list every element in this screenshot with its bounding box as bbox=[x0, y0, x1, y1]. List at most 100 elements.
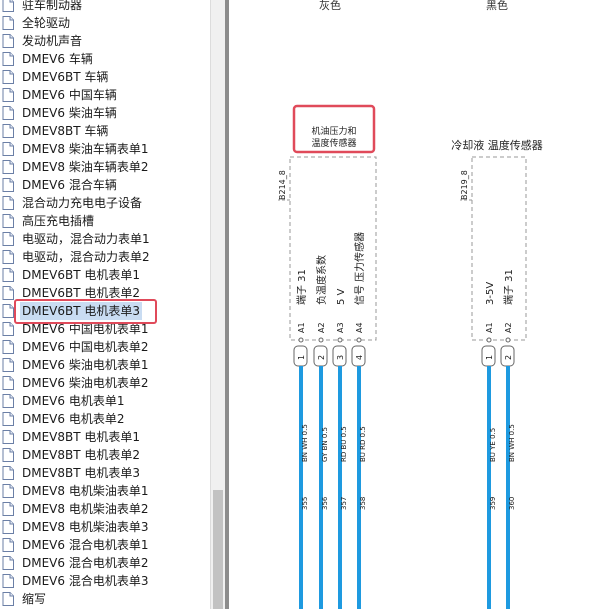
sensor2-circuit-number: 360 bbox=[508, 497, 516, 510]
sensor1-code: B214_8 bbox=[278, 170, 287, 200]
sensor2-pin-label: 端子 31 bbox=[502, 269, 515, 305]
tree-item[interactable]: DMEV6 混合电机表单3 bbox=[0, 572, 206, 590]
tree-item[interactable]: DMEV6 混合电机表单1 bbox=[0, 536, 206, 554]
sensor2-code: B219_8 bbox=[460, 170, 469, 200]
tree-item-label: DMEV6 中国车辆 bbox=[22, 88, 117, 102]
pin-circle bbox=[505, 337, 511, 343]
tree-item-label: DMEV6 车辆 bbox=[22, 52, 93, 66]
sensor1-wire-color: BN WH 0.5 bbox=[301, 424, 309, 462]
document-icon bbox=[2, 88, 14, 102]
tree-item[interactable]: DMEV6 电机表单2 bbox=[0, 410, 206, 428]
tree-item-label: DMEV8 电机柴油表单1 bbox=[22, 484, 149, 498]
document-icon bbox=[2, 0, 14, 12]
sensor1-pin-label: 端子 31 bbox=[295, 269, 308, 305]
tree-item[interactable]: DMEV8BT 电机表单3 bbox=[0, 464, 206, 482]
tree-item-label: 混合动力充电电子设备 bbox=[22, 196, 143, 210]
tree-scrollbar[interactable] bbox=[210, 0, 225, 609]
tree-item[interactable]: DMEV8 电机柴油表单1 bbox=[0, 482, 206, 500]
tree-item-label: DMEV8BT 车辆 bbox=[22, 124, 109, 138]
document-icon bbox=[2, 160, 14, 174]
tree-item[interactable]: DMEV8 电机柴油表单2 bbox=[0, 500, 206, 518]
tree-item-label: 高压充电插槽 bbox=[22, 214, 95, 228]
sensor2-pin-label: 3-5V bbox=[485, 282, 496, 305]
document-icon bbox=[2, 52, 14, 66]
sensor2-pin-id: A2 bbox=[504, 322, 513, 333]
tree-item[interactable]: 全轮驱动 bbox=[0, 14, 206, 32]
tree-item-label: DMEV8BT 电机表单1 bbox=[22, 430, 141, 444]
tree-item[interactable]: DMEV6BT 电机表单1 bbox=[0, 266, 206, 284]
document-icon bbox=[2, 520, 14, 534]
tree-item[interactable]: DMEV6 混合车辆 bbox=[0, 176, 206, 194]
sensor2-terminal-number: 2 bbox=[504, 355, 513, 360]
sensor1-pins: 端子 31 A1 1 BN WH 0.5 355 负温度系数 A2 2 GY BN 0.5 356… bbox=[293, 232, 367, 609]
tree-item[interactable]: 电驱动，混合动力表单1 bbox=[0, 230, 206, 248]
tree-item[interactable]: DMEV6 中国车辆 bbox=[0, 86, 206, 104]
document-icon bbox=[2, 268, 14, 282]
tree-item[interactable]: DMEV6 中国电机表单2 bbox=[0, 338, 206, 356]
tree-item[interactable]: DMEV8BT 电机表单1 bbox=[0, 428, 206, 446]
sensor1-title-line1: 机油压力和 bbox=[311, 125, 356, 137]
tree-item-label: 电驱动，混合动力表单1 bbox=[22, 232, 150, 246]
document-icon bbox=[2, 124, 14, 138]
sensor1-pin-id: A1 bbox=[297, 322, 306, 333]
sensor1-terminal-number: 2 bbox=[317, 355, 326, 360]
pin-circle bbox=[318, 337, 324, 343]
tree-item-label: DMEV6 混合电机表单1 bbox=[22, 538, 149, 552]
tree-item-label: DMEV6BT 车辆 bbox=[22, 70, 109, 84]
tree-item[interactable]: DMEV6 混合电机表单2 bbox=[0, 554, 206, 572]
sensor1-wire-color: BU RD 0.5 bbox=[359, 426, 367, 462]
tree-item[interactable]: 驻车制动器 bbox=[0, 0, 206, 14]
tree-item-label: DMEV6 混合电机表单3 bbox=[22, 574, 149, 588]
tree-item[interactable]: DMEV6 柴油电机表单2 bbox=[0, 374, 206, 392]
pin-circle bbox=[486, 337, 492, 343]
tree-item[interactable]: DMEV6 柴油电机表单1 bbox=[0, 356, 206, 374]
document-icon bbox=[2, 106, 14, 120]
tree-item[interactable]: 发动机声音 bbox=[0, 32, 206, 50]
tree-item[interactable]: DMEV6BT 车辆 bbox=[0, 68, 206, 86]
tree-item[interactable]: DMEV8BT 车辆 bbox=[0, 122, 206, 140]
document-icon bbox=[2, 538, 14, 552]
pane-divider[interactable] bbox=[225, 0, 229, 609]
tree-item-label: DMEV6BT 电机表单1 bbox=[22, 268, 141, 282]
tree-item-label: DMEV8BT 电机表单3 bbox=[22, 466, 141, 480]
tree-item-label: DMEV6 电机表单2 bbox=[22, 412, 125, 426]
document-icon bbox=[2, 70, 14, 84]
scrollbar-thumb[interactable] bbox=[213, 490, 223, 609]
tree-item[interactable]: DMEV8 电机柴油表单3 bbox=[0, 518, 206, 536]
document-icon bbox=[2, 286, 14, 300]
tree-item[interactable]: DMEV8 柴油车辆表单2 bbox=[0, 158, 206, 176]
tree-item-label: DMEV6 混合电机表单2 bbox=[22, 556, 149, 570]
tree-item-label: DMEV8 电机柴油表单2 bbox=[22, 502, 149, 516]
tree-item[interactable]: 缩写 bbox=[0, 590, 206, 608]
document-icon bbox=[2, 502, 14, 516]
tree-item[interactable]: 混合动力充电电子设备 bbox=[0, 194, 206, 212]
tree-item-label: 驻车制动器 bbox=[22, 0, 83, 12]
sensor1-terminal-number: 3 bbox=[336, 355, 345, 360]
document-icon bbox=[2, 196, 14, 210]
tree-item[interactable]: DMEV6 柴油车辆 bbox=[0, 104, 206, 122]
tree-item[interactable]: 高压充电插槽 bbox=[0, 212, 206, 230]
tree-item[interactable]: 电驱动，混合动力表单2 bbox=[0, 248, 206, 266]
document-icon bbox=[2, 484, 14, 498]
document-icon bbox=[2, 340, 14, 354]
tree-item[interactable]: DMEV8BT 电机表单2 bbox=[0, 446, 206, 464]
sensor2-pin-id: A1 bbox=[485, 322, 494, 333]
sensor1-pin-label: 信号 压力传感器 bbox=[353, 232, 366, 305]
tree-item-label: DMEV6 柴油电机表单2 bbox=[22, 376, 149, 390]
selection-highlight-box bbox=[14, 299, 157, 324]
sensor2-title: 冷却液 温度传感器 bbox=[451, 138, 543, 152]
sensor1-pin-label: 负温度系数 bbox=[315, 255, 328, 305]
pin-circle bbox=[337, 337, 343, 343]
sensor2-wire-color: BN WH 0.5 bbox=[508, 424, 516, 462]
tree-item[interactable]: DMEV8 柴油车辆表单1 bbox=[0, 140, 206, 158]
color-label-black: 黑色 bbox=[486, 0, 508, 12]
document-icon bbox=[2, 214, 14, 228]
tree-item[interactable]: DMEV6 电机表单1 bbox=[0, 392, 206, 410]
document-icon bbox=[2, 178, 14, 192]
pin-circle bbox=[356, 337, 362, 343]
wiring-diagram: 灰色 黑色 机油压力和 温度传感器 B214_8 端子 31 A1 1 BN WH 0… bbox=[230, 0, 603, 609]
tree-item-label: DMEV6 混合车辆 bbox=[22, 178, 117, 192]
tree-item-label: 发动机声音 bbox=[22, 34, 83, 48]
tree-item[interactable]: DMEV6 车辆 bbox=[0, 50, 206, 68]
tree-item-label: DMEV8 电机柴油表单3 bbox=[22, 520, 149, 534]
